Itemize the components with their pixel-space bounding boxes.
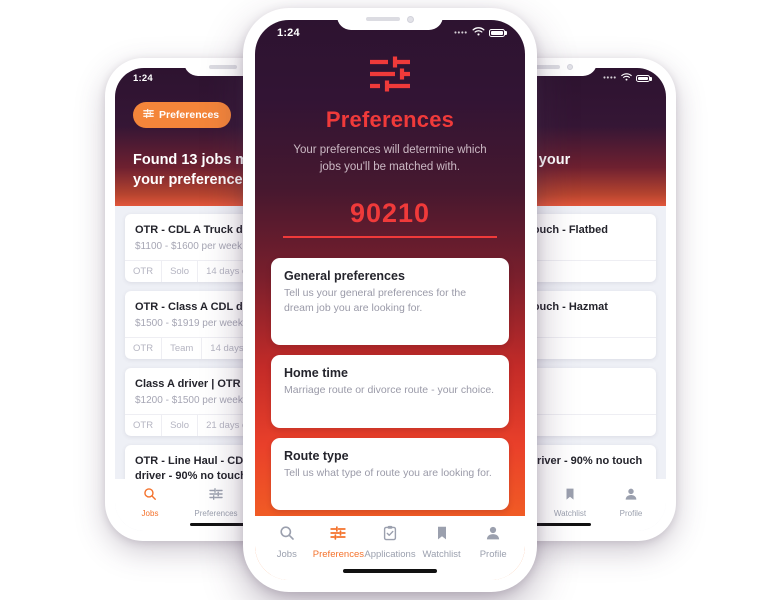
tab-jobs[interactable]: Jobs [261,525,313,560]
zip-code-value: 90210 [349,198,431,228]
search-icon [143,487,157,506]
zip-code-field[interactable]: 90210 [283,198,497,238]
earpiece-speaker [366,17,400,21]
bookmark-icon [434,525,450,546]
preference-card-title: Route type [284,448,349,463]
tab-jobs[interactable]: Jobs [119,487,181,518]
front-camera [407,15,414,23]
sliders-icon [143,108,154,122]
phone-center: Preferences Your preferences will determ… [243,8,537,592]
preference-card-title: General preferences [284,269,405,283]
job-meta-item: Solo [161,261,197,282]
person-icon [485,525,501,546]
job-meta-item: Solo [161,415,197,436]
job-meta-item: Team [161,338,201,359]
preference-card-description: Marriage route or divorce route - your c… [284,384,495,396]
tab-profile[interactable]: Profile [467,525,519,560]
person-icon [624,487,638,506]
preference-card-title: Home time [284,366,348,380]
tab-watchlist[interactable]: Watchlist [538,487,602,518]
tab-preferences[interactable]: Preferences [313,525,365,560]
search-icon [279,525,295,546]
tab-label: Profile [619,509,643,518]
preferences-hero: Preferences Your preferences will determ… [255,20,525,176]
preferences-screen: Preferences Your preferences will determ… [255,20,525,580]
tab-profile[interactable]: Profile [602,487,660,518]
preference-card-general[interactable]: General preferences Tell us your general… [271,258,509,345]
tab-label: Profile [479,549,507,560]
job-meta-item: OTR [133,266,154,277]
tab-watchlist[interactable]: Watchlist [416,525,468,560]
tab-applications[interactable]: Applications [364,525,416,560]
notch-center [337,8,443,30]
earpiece-speaker [208,65,237,69]
tab-preferences[interactable]: Preferences [181,487,251,518]
preference-card-route-type[interactable]: Route type Tell us what type of route yo… [271,437,509,510]
preference-card-description: Tell us what type of route you are looki… [284,466,492,479]
tab-label: Applications [364,549,416,560]
preferences-chip-label: Preferences [159,109,220,121]
page-title: Preferences [325,107,455,132]
tab-label: Jobs [141,509,159,518]
sliders-icon [277,54,503,99]
sliders-icon [209,487,223,506]
job-meta-item: OTR [133,420,154,431]
tab-label: Jobs [276,549,297,560]
preferences-chip[interactable]: Preferences [133,102,232,128]
sliders-icon [330,525,347,546]
job-meta-item: OTR [133,343,154,354]
clipboard-check-icon [382,525,398,546]
preference-card-home-time[interactable]: Home time Marriage route or divorce rout… [271,355,509,428]
front-camera [566,64,573,70]
preference-card-description: Tell us your general preferences for the… [284,287,467,314]
tab-label: Preferences [312,549,364,560]
phone-center-screen: Preferences Your preferences will determ… [255,20,525,580]
tab-label: Watchlist [553,509,587,518]
screenshot-stage: Preferences Found 13 jobs matching your … [0,0,779,600]
tab-label: Watchlist [422,549,461,560]
page-subtitle: Your preferences will determine which jo… [293,144,487,173]
home-indicator-center[interactable] [343,569,437,573]
tab-label: Preferences [194,509,238,518]
bookmark-icon [563,487,577,506]
